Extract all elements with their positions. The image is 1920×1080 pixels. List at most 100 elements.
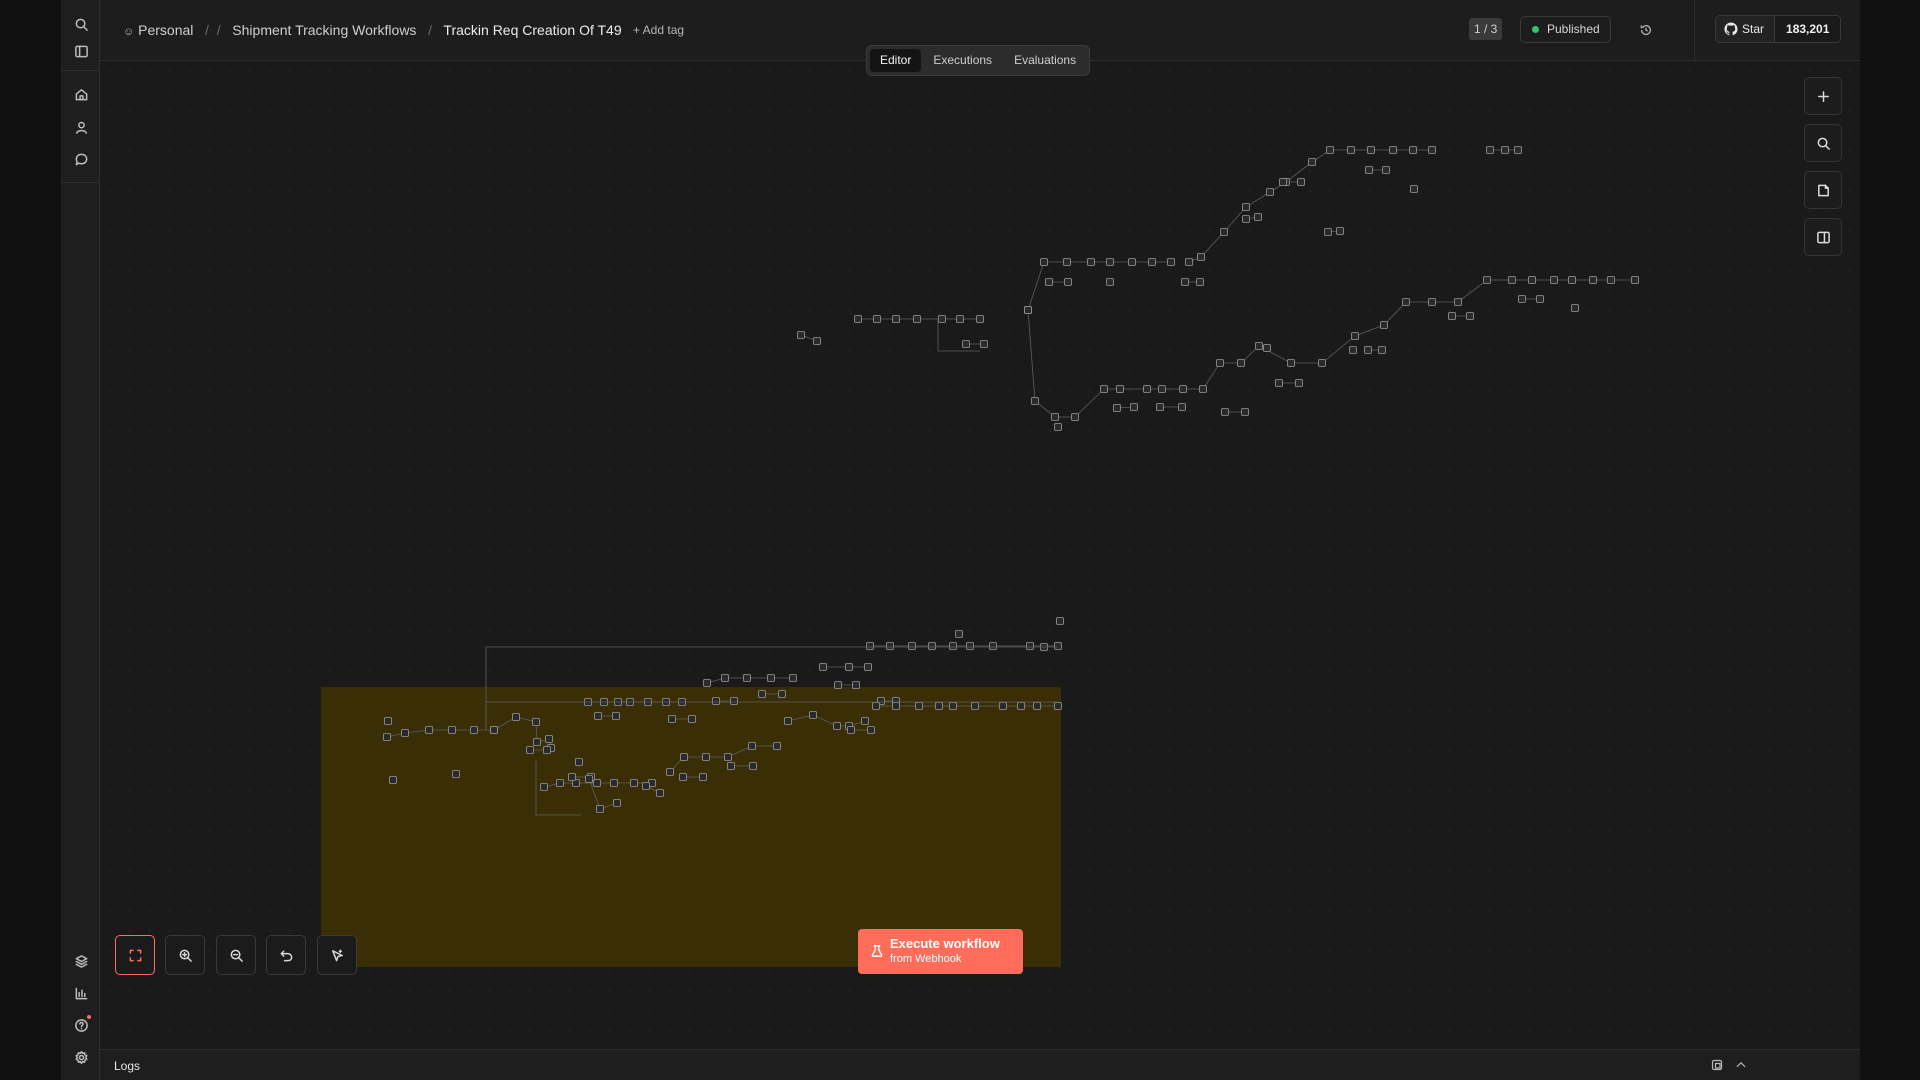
workflow-node[interactable] <box>1550 276 1558 284</box>
workflow-node[interactable] <box>1483 276 1491 284</box>
workflow-node[interactable] <box>1024 306 1032 314</box>
workflow-node[interactable] <box>962 340 970 348</box>
workflow-node[interactable] <box>532 718 540 726</box>
logs-panel-bar[interactable]: Logs <box>100 1049 1860 1080</box>
workflow-canvas[interactable] <box>100 61 1860 1049</box>
workflow-node[interactable] <box>1336 227 1344 235</box>
tab-executions[interactable]: Executions <box>923 49 1002 72</box>
workflow-node[interactable] <box>749 762 757 770</box>
workflow-node[interactable] <box>401 729 409 737</box>
workflow-node[interactable] <box>1100 385 1108 393</box>
zoom-out-button[interactable] <box>216 935 256 975</box>
workflow-node[interactable] <box>1501 146 1509 154</box>
workflow-node[interactable] <box>949 642 957 650</box>
workflow-node[interactable] <box>833 722 841 730</box>
workflow-node[interactable] <box>540 783 548 791</box>
workflow-node[interactable] <box>1589 276 1597 284</box>
workflow-node[interactable] <box>949 702 957 710</box>
workflow-node[interactable] <box>1326 146 1334 154</box>
workflow-node[interactable] <box>1064 278 1072 286</box>
workflow-node[interactable] <box>1045 278 1053 286</box>
workflow-node[interactable] <box>533 738 541 746</box>
workflow-node[interactable] <box>452 770 460 778</box>
add-tag-button[interactable]: + Add tag <box>633 23 684 37</box>
workflow-node[interactable] <box>1378 346 1386 354</box>
workflow-node[interactable] <box>642 782 650 790</box>
workflow-node[interactable] <box>526 746 534 754</box>
home-icon[interactable] <box>70 83 92 105</box>
workflow-node[interactable] <box>1130 403 1138 411</box>
workflow-node[interactable] <box>1106 258 1114 266</box>
workflow-node[interactable] <box>1179 385 1187 393</box>
workflow-node[interactable] <box>712 697 720 705</box>
execute-workflow-button[interactable]: Execute workflow from Webhook <box>858 929 1023 974</box>
workflow-node[interactable] <box>448 726 456 734</box>
workflow-node[interactable] <box>854 315 862 323</box>
workflow-node[interactable] <box>1196 278 1204 286</box>
workflow-node[interactable] <box>966 642 974 650</box>
workflow-node[interactable] <box>545 735 553 743</box>
published-status-button[interactable]: Published <box>1520 16 1611 43</box>
breadcrumb-folder[interactable]: Shipment Tracking Workflows <box>232 22 416 38</box>
workflow-node[interactable] <box>1241 408 1249 416</box>
workflow-node[interactable] <box>976 315 984 323</box>
workflow-node[interactable] <box>1508 276 1516 284</box>
settings-icon[interactable] <box>70 1046 92 1068</box>
workflow-node[interactable] <box>1026 642 1034 650</box>
workflow-node[interactable] <box>1367 146 1375 154</box>
workflow-node[interactable] <box>1054 702 1062 710</box>
tidy-up-button[interactable] <box>317 935 357 975</box>
panel-toggle-icon[interactable] <box>70 40 92 62</box>
workflow-node[interactable] <box>867 726 875 734</box>
workflow-node[interactable] <box>610 779 618 787</box>
workflow-node[interactable] <box>1116 385 1124 393</box>
workflow-node[interactable] <box>767 674 775 682</box>
workflow-node[interactable] <box>596 805 604 813</box>
breadcrumb-project[interactable]: Personal <box>138 22 193 38</box>
fit-view-button[interactable] <box>115 935 155 975</box>
workflow-node[interactable] <box>873 315 881 323</box>
workflow-node[interactable] <box>727 762 735 770</box>
workflow-node[interactable] <box>819 663 827 671</box>
history-icon[interactable] <box>1636 20 1656 40</box>
workflow-node[interactable] <box>384 717 392 725</box>
workflow-node[interactable] <box>668 715 676 723</box>
workflow-node[interactable] <box>703 679 711 687</box>
workflow-node[interactable] <box>1571 304 1579 312</box>
workflow-node[interactable] <box>1349 346 1357 354</box>
workflow-node[interactable] <box>773 742 781 750</box>
workflow-node[interactable] <box>1518 295 1526 303</box>
workflow-node[interactable] <box>1631 276 1639 284</box>
workflow-node[interactable] <box>778 690 786 698</box>
workflow-node[interactable] <box>915 702 923 710</box>
workflow-node[interactable] <box>1199 385 1207 393</box>
workflow-node[interactable] <box>1402 298 1410 306</box>
workflow-node[interactable] <box>955 630 963 638</box>
workflow-node[interactable] <box>389 776 397 784</box>
workflow-node[interactable] <box>1185 258 1193 266</box>
workflow-node[interactable] <box>809 711 817 719</box>
workflow-node[interactable] <box>1607 276 1615 284</box>
user-icon[interactable] <box>70 116 92 138</box>
workflow-node[interactable] <box>980 340 988 348</box>
workflow-node[interactable] <box>748 742 756 750</box>
workflow-node[interactable] <box>383 733 391 741</box>
search-icon[interactable] <box>70 13 92 35</box>
workflow-node[interactable] <box>1128 258 1136 266</box>
workflow-node[interactable] <box>1221 408 1229 416</box>
add-sticky-button[interactable] <box>1804 171 1842 209</box>
templates-icon[interactable] <box>70 950 92 972</box>
tab-editor[interactable]: Editor <box>870 49 922 72</box>
workflow-node[interactable] <box>1113 404 1121 412</box>
workflow-node[interactable] <box>1040 258 1048 266</box>
workflow-node[interactable] <box>1197 253 1205 261</box>
workflow-node[interactable] <box>1287 359 1295 367</box>
workflow-node[interactable] <box>892 702 900 710</box>
workflow-node[interactable] <box>866 642 874 650</box>
workflow-node[interactable] <box>679 773 687 781</box>
workflow-node[interactable] <box>612 712 620 720</box>
workflow-node[interactable] <box>797 331 805 339</box>
workflow-node[interactable] <box>813 337 821 345</box>
workflow-node[interactable] <box>730 697 738 705</box>
workflow-node[interactable] <box>1486 146 1494 154</box>
